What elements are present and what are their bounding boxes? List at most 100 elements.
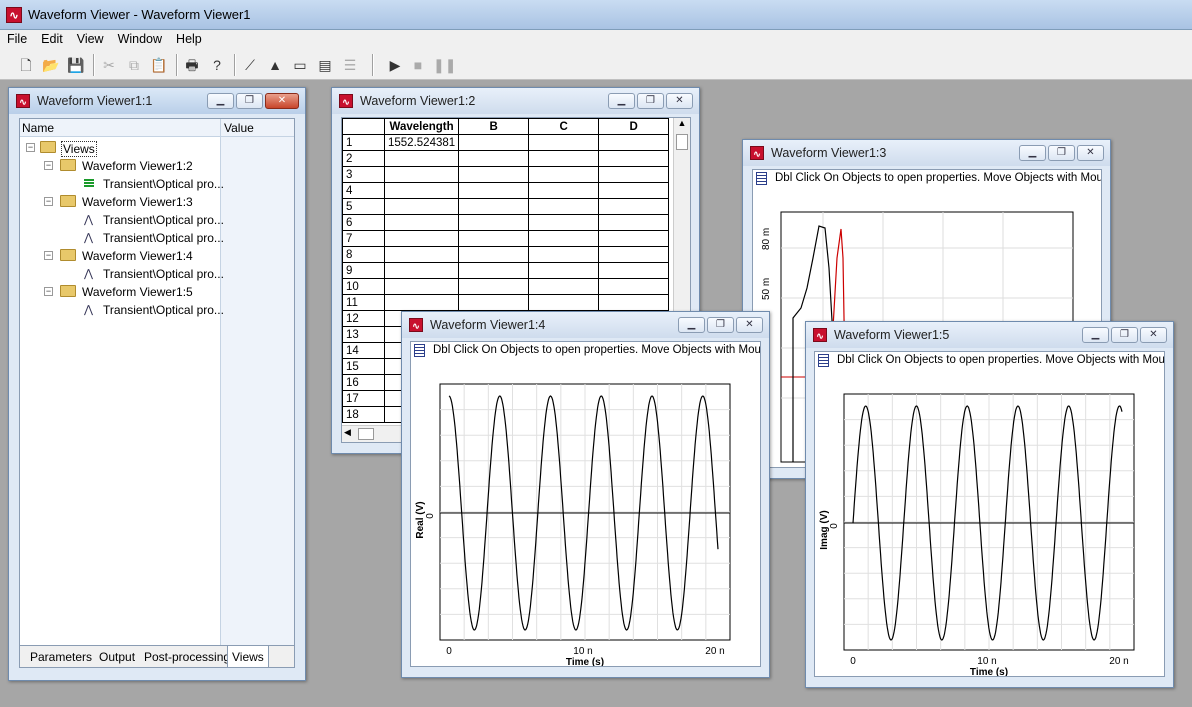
table-cell[interactable]: [458, 278, 530, 295]
table-cell[interactable]: [383, 182, 460, 199]
row-number[interactable]: 11: [342, 294, 385, 311]
new-icon[interactable]: 🗋: [17, 56, 35, 74]
column-header[interactable]: C: [528, 118, 600, 135]
row-number[interactable]: 1: [342, 134, 385, 151]
minimize-button[interactable]: ▁: [608, 93, 635, 109]
tree-node-viewer1-5[interactable]: − Waveform Viewer1:5: [20, 283, 294, 301]
table-cell[interactable]: [383, 150, 460, 167]
table-cell[interactable]: [598, 230, 670, 247]
cut-icon[interactable]: ✂: [100, 56, 118, 74]
close-button[interactable]: ✕: [1140, 327, 1167, 343]
row-number[interactable]: 15: [342, 358, 385, 375]
window-icon[interactable]: ▭: [291, 56, 309, 74]
table-row[interactable]: 1 1552.524381: [342, 134, 670, 151]
table-cell[interactable]: [458, 134, 530, 151]
table-row[interactable]: 6: [342, 214, 670, 231]
table-cell[interactable]: [598, 214, 670, 231]
table-cell[interactable]: [458, 150, 530, 167]
table-cell[interactable]: [458, 198, 530, 215]
tree-node-viewer1-2[interactable]: − Waveform Viewer1:2: [20, 157, 294, 175]
restore-button[interactable]: ❐: [637, 93, 664, 109]
table-cell[interactable]: [598, 166, 670, 183]
table-cell[interactable]: [528, 294, 600, 311]
scroll-thumb[interactable]: [358, 428, 374, 440]
print-icon[interactable]: 🖶: [183, 56, 201, 74]
row-number[interactable]: 4: [342, 182, 385, 199]
row-number[interactable]: 9: [342, 262, 385, 279]
pause-icon[interactable]: ❚❚: [433, 56, 456, 74]
table-cell[interactable]: [458, 166, 530, 183]
row-number[interactable]: 10: [342, 278, 385, 295]
table-cell[interactable]: [383, 262, 460, 279]
table-cell[interactable]: [528, 230, 600, 247]
table-row[interactable]: 4: [342, 182, 670, 199]
close-button[interactable]: ✕: [666, 93, 693, 109]
table-cell[interactable]: [598, 246, 670, 263]
tab-parameters[interactable]: Parameters: [30, 650, 92, 664]
table-row[interactable]: 7: [342, 230, 670, 247]
menu-edit[interactable]: Edit: [34, 30, 70, 46]
column-name-header[interactable]: Name: [22, 121, 54, 135]
row-number[interactable]: 6: [342, 214, 385, 231]
graph-icon[interactable]: ⟋: [241, 56, 259, 74]
table-cell[interactable]: [598, 294, 670, 311]
table-icon[interactable]: ▤: [316, 56, 334, 74]
restore-button[interactable]: ❐: [1048, 145, 1075, 161]
window-titlebar[interactable]: ∿ Waveform Viewer1:1 ▁ ❐ ✕: [9, 88, 305, 114]
tree-leaf[interactable]: ⋀ Transient\Optical pro...: [20, 301, 294, 319]
table-cell[interactable]: [528, 182, 600, 199]
row-number[interactable]: 8: [342, 246, 385, 263]
scroll-thumb[interactable]: [676, 134, 688, 150]
chart-real[interactable]: Real (V) 0 0 10 n 20 n Time (s): [411, 360, 761, 667]
table-cell[interactable]: [528, 246, 600, 263]
minimize-button[interactable]: ▁: [1082, 327, 1109, 343]
close-button[interactable]: ✕: [1077, 145, 1104, 161]
table-cell[interactable]: [528, 278, 600, 295]
table-cell[interactable]: [528, 214, 600, 231]
table-cell[interactable]: [383, 294, 460, 311]
row-number[interactable]: 18: [342, 406, 385, 423]
window-titlebar[interactable]: ∿ Waveform Viewer1:2 ▁ ❐ ✕: [332, 88, 699, 114]
stop-icon[interactable]: ■: [409, 56, 427, 74]
chart-imag[interactable]: Imag (V) 0 0 10 n 20 n Time (s): [815, 370, 1165, 677]
play-icon[interactable]: ▶: [386, 56, 404, 74]
row-number[interactable]: 2: [342, 150, 385, 167]
menu-window[interactable]: Window: [111, 30, 169, 46]
tab-output[interactable]: Output: [99, 650, 135, 664]
restore-button[interactable]: ❐: [236, 93, 263, 109]
close-button[interactable]: ✕: [265, 93, 299, 109]
table-cell[interactable]: [458, 246, 530, 263]
text-icon[interactable]: ☰: [341, 56, 359, 74]
table-cell[interactable]: [383, 198, 460, 215]
menu-help[interactable]: Help: [169, 30, 209, 46]
table-cell[interactable]: [458, 294, 530, 311]
window-titlebar[interactable]: ∿ Waveform Viewer1:3 ▁ ❐ ✕: [743, 140, 1110, 166]
tree-node-viewer1-3[interactable]: − Waveform Viewer1:3: [20, 193, 294, 211]
table-cell[interactable]: [528, 198, 600, 215]
table-row[interactable]: 2: [342, 150, 670, 167]
collapse-icon[interactable]: −: [44, 287, 53, 296]
table-cell[interactable]: [383, 214, 460, 231]
table-cell[interactable]: 1552.524381: [383, 134, 460, 151]
table-row[interactable]: 9: [342, 262, 670, 279]
column-header[interactable]: Wavelength: [383, 118, 460, 135]
table-cell[interactable]: [458, 262, 530, 279]
close-button[interactable]: ✕: [736, 317, 763, 333]
tab-post-processing[interactable]: Post-processing: [144, 650, 230, 664]
tree-leaf[interactable]: ⋀ Transient\Optical pro...: [20, 265, 294, 283]
open-icon[interactable]: 📂: [42, 56, 60, 74]
chart-icon[interactable]: ▲: [266, 56, 284, 74]
minimize-button[interactable]: ▁: [1019, 145, 1046, 161]
collapse-icon[interactable]: −: [44, 197, 53, 206]
table-cell[interactable]: [598, 150, 670, 167]
tab-views[interactable]: Views: [227, 646, 269, 667]
table-cell[interactable]: [383, 230, 460, 247]
tree-node-viewer1-4[interactable]: − Waveform Viewer1:4: [20, 247, 294, 265]
scroll-left-icon[interactable]: ◀: [344, 427, 351, 438]
row-number[interactable]: 13: [342, 326, 385, 343]
tree-leaf[interactable]: Transient\Optical pro...: [20, 175, 294, 193]
table-cell[interactable]: [383, 278, 460, 295]
table-cell[interactable]: [458, 214, 530, 231]
collapse-icon[interactable]: −: [44, 161, 53, 170]
row-number[interactable]: 12: [342, 310, 385, 327]
